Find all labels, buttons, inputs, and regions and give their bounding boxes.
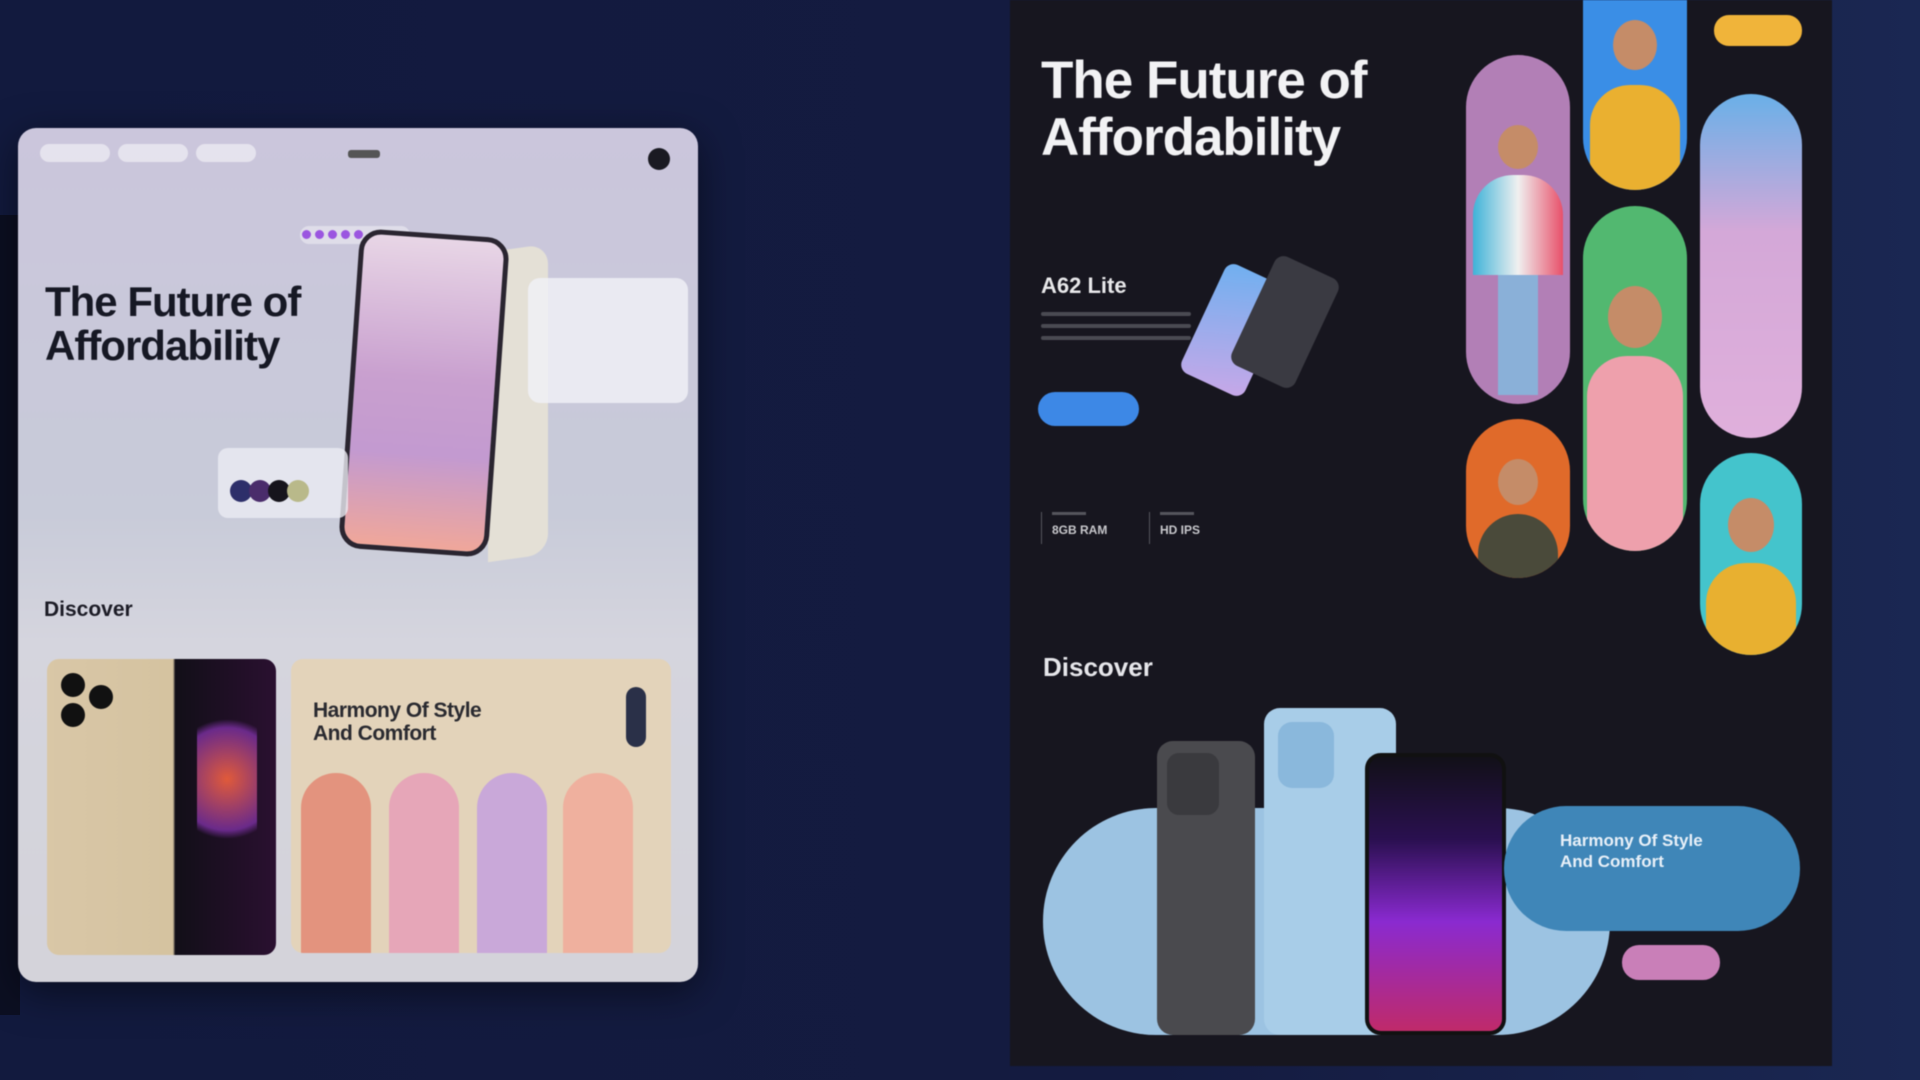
spec-stat: HD IPS xyxy=(1149,512,1200,544)
person-pill xyxy=(1466,55,1570,404)
dark-theme-preview: The Future of Affordability A62 Lite 8GB… xyxy=(1010,0,1832,1066)
person-image xyxy=(563,773,633,953)
cta-button[interactable] xyxy=(1038,392,1139,426)
person-pill xyxy=(1583,206,1687,551)
product-card[interactable] xyxy=(47,659,276,955)
section-title: Discover xyxy=(1043,652,1153,682)
model-name: A62 Lite xyxy=(1041,273,1127,298)
person-image xyxy=(301,773,371,953)
feature-card: Harmony Of Style And Comfort xyxy=(1504,806,1800,931)
phone-gray xyxy=(1157,741,1255,1035)
camera-lens xyxy=(89,685,113,709)
spec-stat: 8GB RAM xyxy=(1041,512,1107,544)
info-card xyxy=(528,278,688,403)
wallpaper-art xyxy=(197,699,257,859)
person-pill xyxy=(1700,453,1802,655)
background-panel xyxy=(0,215,20,1015)
camera-lens xyxy=(61,673,85,697)
avatar[interactable] xyxy=(648,148,670,170)
phone-image xyxy=(338,228,510,558)
nav-pill[interactable] xyxy=(118,144,188,162)
person-image xyxy=(477,773,547,953)
phone-black xyxy=(1365,753,1506,1035)
logo xyxy=(348,150,380,158)
color-selector[interactable] xyxy=(626,687,646,747)
card-title: Harmony Of Style And Comfort xyxy=(1560,831,1703,871)
shop-button[interactable] xyxy=(1622,945,1720,980)
section-title: Discover xyxy=(44,598,133,621)
nav-pill[interactable] xyxy=(40,144,110,162)
description-line xyxy=(1041,324,1191,328)
description-line xyxy=(1041,312,1191,316)
person-pill xyxy=(1466,419,1570,578)
hero-title: The Future of Affordability xyxy=(45,278,301,369)
swatch[interactable] xyxy=(287,480,309,502)
person-pill xyxy=(1583,0,1687,190)
product-card[interactable]: Harmony Of Style And Comfort xyxy=(291,659,671,953)
card-title: Harmony Of Style And Comfort xyxy=(313,699,482,745)
promo-pill xyxy=(1700,94,1802,438)
description-line xyxy=(1041,336,1191,340)
nav-pill[interactable] xyxy=(196,144,256,162)
person-image xyxy=(389,773,459,953)
light-theme-preview: The Future of Affordability Discover Har… xyxy=(18,128,698,982)
color-swatches xyxy=(218,448,348,518)
camera-lens xyxy=(61,703,85,727)
hero-title: The Future of Affordability xyxy=(1041,51,1368,167)
header-button[interactable] xyxy=(1714,15,1802,46)
